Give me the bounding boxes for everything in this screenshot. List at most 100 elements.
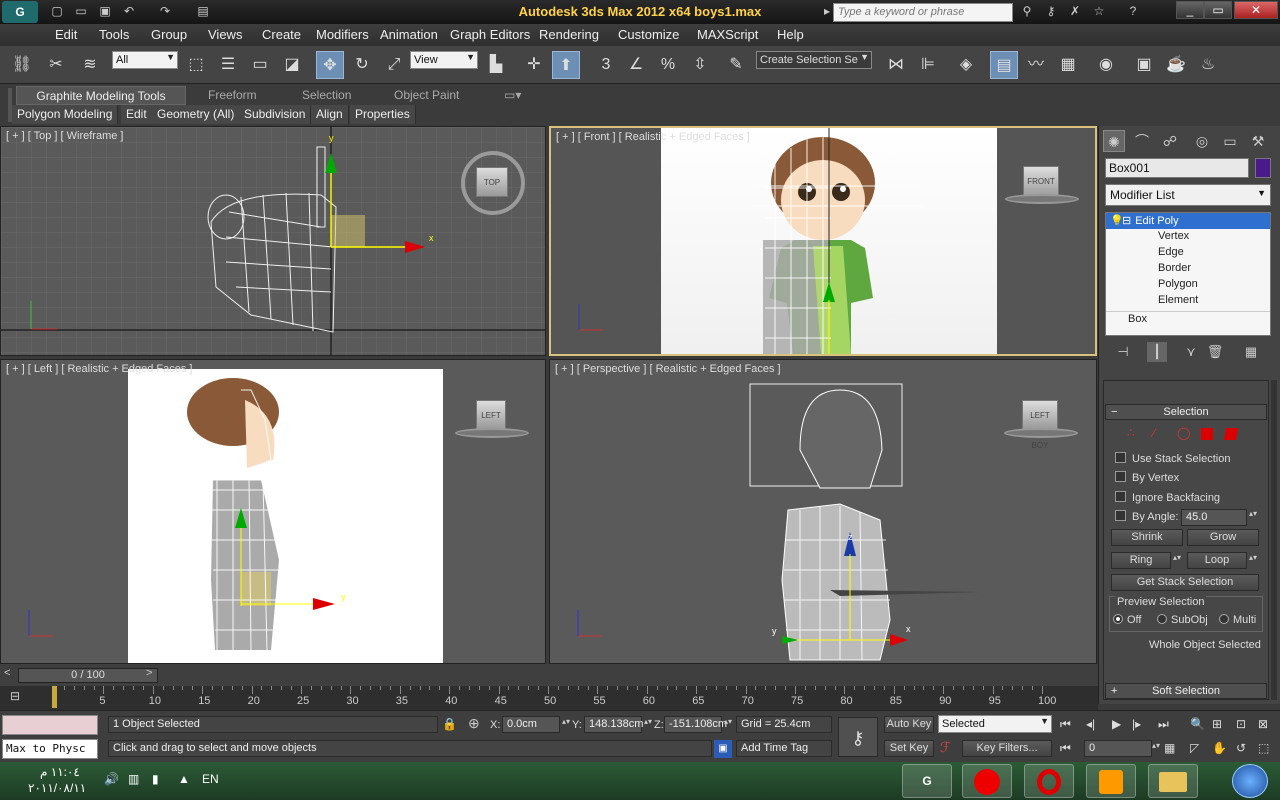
get-stack-selection-button[interactable]: Get Stack Selection [1111, 574, 1259, 591]
set-key-mode-icon[interactable]: ⚷ [838, 717, 878, 757]
network-icon[interactable]: ▥ [128, 772, 139, 786]
tools-icon[interactable]: ✗ [1066, 3, 1084, 20]
help-icon[interactable]: ? [1124, 3, 1142, 20]
key-mode-dropdown[interactable]: Selected ▼ [938, 715, 1052, 733]
lightbulb-icon[interactable]: 💡 [1110, 214, 1124, 227]
time-prev-icon[interactable]: < [4, 667, 10, 679]
select-and-scale-icon[interactable]: ⤢ [380, 51, 408, 79]
current-frame-field[interactable]: 0 [1084, 740, 1152, 757]
y-spinner-icon[interactable]: ▴▾ [644, 717, 652, 726]
menu-help[interactable]: Help [777, 27, 804, 42]
curve-icon[interactable]: ℱ [940, 739, 951, 756]
zoom-all-icon[interactable]: ⊞ [1212, 717, 1222, 731]
named-selection-dropdown[interactable]: Create Selection Se ▼ [756, 51, 872, 69]
taskbar-time[interactable]: ١١:٠٤ م [40, 765, 80, 779]
go-to-end-icon[interactable]: ⏭ [1158, 717, 1169, 732]
open-file-icon[interactable]: ▭ [72, 3, 90, 20]
undo-icon[interactable]: ↶ [120, 3, 138, 20]
menu-animation[interactable]: Animation [380, 27, 438, 42]
selection-rollout-header[interactable]: − Selection [1105, 404, 1267, 420]
select-by-name-icon[interactable]: ☰ [214, 51, 242, 79]
bind-space-warp-icon[interactable]: ≋ [76, 51, 104, 79]
prev-frame-icon[interactable]: ◂| [1086, 717, 1095, 731]
render-production-icon[interactable]: ♨ [1194, 51, 1222, 79]
use-stack-selection-checkbox[interactable]: Use Stack Selection [1115, 452, 1230, 465]
ring-button[interactable]: Ring [1111, 552, 1171, 569]
viewport-top-label[interactable]: [ + ] [ Top ] [ Wireframe ] [6, 130, 123, 142]
curve-editor-icon[interactable]: 〰 [1022, 51, 1050, 79]
subobject-edge-icon[interactable]: ⁄ [1153, 426, 1155, 440]
by-angle-checkbox[interactable]: By Angle: [1115, 510, 1178, 523]
new-file-icon[interactable]: ▢ [48, 3, 66, 20]
taskbar-date[interactable]: ٢٠١١/٠٨/١١ [28, 781, 86, 795]
subtab-polygon-modeling[interactable]: Polygon Modeling [12, 105, 119, 124]
add-time-tag-icon[interactable]: ▣ [714, 740, 732, 758]
minimize-button[interactable]: _ [1176, 1, 1204, 19]
ring-spinner-icon[interactable]: ▴▾ [1173, 553, 1181, 562]
next-frame-icon[interactable]: |▸ [1132, 717, 1141, 731]
absolute-mode-icon[interactable]: ⊕ [468, 715, 480, 732]
auto-key-button[interactable]: Auto Key [884, 716, 934, 733]
render-setup-icon[interactable]: ▣ [1130, 51, 1158, 79]
star-icon[interactable]: ☆ [1090, 3, 1108, 20]
mirror-icon[interactable]: ⋈ [882, 51, 910, 79]
rectangle-selection-icon[interactable]: ▭ [246, 51, 274, 79]
stack-item-polygon[interactable]: Polygon [1106, 277, 1270, 293]
viewport-front-label[interactable]: [ + ] [ Front ] [ Realistic + Edged Face… [556, 131, 750, 143]
graphite-toggle-icon[interactable]: ▤ [990, 51, 1018, 79]
language-indicator[interactable]: EN [202, 772, 219, 786]
left-viewcube[interactable]: LEFT [476, 400, 506, 430]
taskbar-opera-icon[interactable] [1024, 764, 1074, 798]
stack-item-edit-poly[interactable]: 💡 ⊟ Edit Poly [1106, 213, 1270, 229]
go-to-start-icon[interactable]: ⏮ [1060, 717, 1071, 732]
select-object-icon[interactable]: ⬚ [182, 51, 210, 79]
pan-icon[interactable]: ✋ [1212, 741, 1227, 755]
subobject-element-icon[interactable] [1223, 428, 1239, 440]
menu-views[interactable]: Views [208, 27, 242, 42]
zoom-extents-icon[interactable]: ⊡ [1236, 717, 1246, 731]
top-viewcube[interactable]: TOP [476, 167, 508, 197]
subtab-geometry[interactable]: Geometry (All) [152, 105, 241, 124]
set-key-button[interactable]: Set Key [884, 740, 934, 757]
show-hidden-icons-icon[interactable]: ▲ [178, 772, 190, 786]
spinner-arrows-icon[interactable]: ▴▾ [1249, 509, 1257, 518]
subobject-vertex-icon[interactable]: ∴ [1127, 426, 1135, 440]
taskbar-3dsmax-icon[interactable]: G [902, 764, 952, 798]
subobject-border-icon[interactable]: ◯ [1177, 426, 1190, 440]
menu-tools[interactable]: Tools [99, 27, 129, 42]
stack-item-border[interactable]: Border [1106, 261, 1270, 277]
preview-subobj-radio[interactable]: SubObj [1157, 614, 1208, 626]
select-manipulate-icon[interactable]: ✛ [520, 51, 548, 79]
unlink-icon[interactable]: ✂ [42, 51, 70, 79]
angle-spinner[interactable]: 45.0 [1181, 509, 1247, 526]
taskbar-vodafone-icon[interactable] [962, 764, 1012, 798]
menu-maxscript[interactable]: MAXScript [697, 27, 758, 42]
rendered-frame-icon[interactable]: ☕ [1162, 51, 1190, 79]
subtab-edit[interactable]: Edit [121, 105, 153, 124]
subtab-subdivision[interactable]: Subdivision [239, 105, 312, 124]
angle-snap-icon[interactable]: ∠ [622, 51, 650, 79]
ignore-backfacing-checkbox[interactable]: Ignore Backfacing [1115, 491, 1220, 504]
x-spinner-icon[interactable]: ▴▾ [562, 717, 570, 726]
menu-create[interactable]: Create [262, 27, 301, 42]
schematic-view-icon[interactable]: ▦ [1054, 51, 1082, 79]
stack-item-vertex[interactable]: Vertex [1106, 229, 1270, 245]
select-and-move-icon[interactable]: ✥ [316, 51, 344, 79]
preview-off-radio[interactable]: Off [1113, 614, 1141, 626]
app-logo-icon[interactable]: G [2, 1, 38, 23]
frame-spinner-icon[interactable]: ▴▾ [1152, 741, 1160, 750]
time-next-icon[interactable]: > [146, 667, 152, 679]
subtab-align[interactable]: Align [311, 105, 349, 124]
configure-sets-icon[interactable]: ▦ [1241, 342, 1261, 362]
pin-stack-icon[interactable]: ⊣ [1113, 342, 1133, 362]
menu-modifiers[interactable]: Modifiers [316, 27, 369, 42]
tab-graphite-modeling-tools[interactable]: Graphite Modeling Tools [16, 86, 186, 105]
object-color-swatch[interactable] [1255, 158, 1271, 178]
viewport-left-label[interactable]: [ + ] [ Left ] [ Realistic + Edged Faces… [6, 363, 192, 375]
shrink-button[interactable]: Shrink [1111, 529, 1183, 546]
key-filters-button[interactable]: Key Filters... [962, 740, 1052, 757]
tab-object-paint[interactable]: Object Paint [388, 86, 465, 105]
viewport-left[interactable]: [ + ] [ Left ] [ Realistic + Edged Faces… [0, 359, 546, 664]
modify-tab-icon[interactable]: ⌒ [1131, 130, 1153, 152]
material-editor-icon[interactable]: ◉ [1092, 51, 1120, 79]
